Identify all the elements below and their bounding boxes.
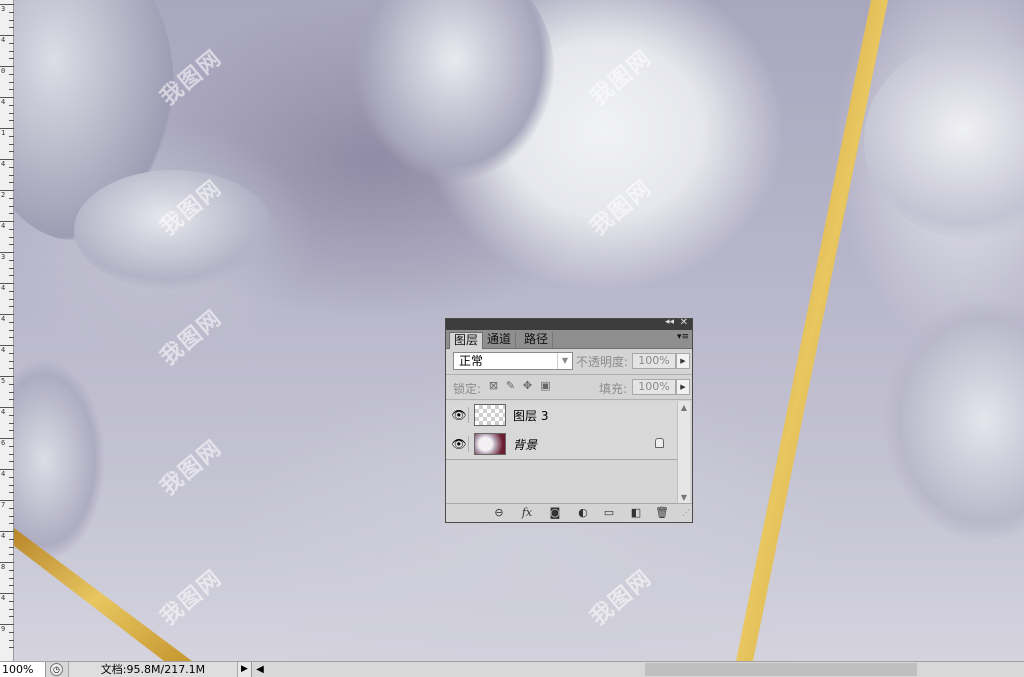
- lock-all-icon[interactable]: ▣: [539, 379, 552, 392]
- blend-mode-value: 正常: [459, 354, 484, 368]
- group-folder-icon[interactable]: ▭: [601, 506, 617, 519]
- status-bar: 100% ◷ 文档:95.8M/217.1M ▶ ◀: [0, 661, 1024, 677]
- lock-move-icon[interactable]: ✥: [521, 379, 534, 392]
- ruler-label: 9: [1, 625, 6, 633]
- scroll-down-icon[interactable]: ▼: [678, 493, 690, 502]
- lock-label: 锁定:: [453, 382, 482, 396]
- ruler-label: 4: [1, 408, 6, 416]
- ruler-label: 4: [1, 594, 6, 602]
- ruler-label: 4: [1, 160, 6, 168]
- ruler-label: 4: [1, 470, 6, 478]
- blend-mode-select[interactable]: 正常 ▼: [453, 352, 573, 370]
- eye-icon[interactable]: 👁: [450, 436, 469, 452]
- doc-info[interactable]: 文档:95.8M/217.1M: [68, 662, 238, 677]
- ruler-label: 4: [1, 315, 6, 323]
- ruler-label: 2: [1, 191, 6, 199]
- panel-footer: ⊖ fx ◙ ◐ ▭ ◧ 🗑 ⋰: [446, 503, 692, 522]
- scroll-up-icon[interactable]: ▲: [678, 403, 690, 412]
- status-menu-arrow-icon[interactable]: ▶: [238, 662, 252, 677]
- layer-name[interactable]: 图层 3: [513, 407, 548, 424]
- lock-transparent-icon[interactable]: ⊠: [487, 379, 500, 392]
- layers-panel: ◂◂ ✕ 图层 通道 路径 ▾≡ 正常 ▼ 不透明度: 100% ▶ 锁定: ⊠…: [445, 317, 693, 523]
- tab-layers[interactable]: 图层: [449, 332, 484, 349]
- ruler-label: 4: [1, 284, 6, 292]
- panel-menu-icon[interactable]: ▾≡: [677, 332, 689, 342]
- lock-row: 锁定: ⊠ ✎ ✥ ▣ 填充: 100% ▶: [446, 376, 692, 398]
- ruler-label: 7: [1, 501, 6, 509]
- divider: [446, 374, 692, 375]
- layer-row[interactable]: 👁 背景: [446, 430, 678, 460]
- ruler-label: 3: [1, 5, 6, 13]
- resize-grip-icon[interactable]: ⋰: [678, 506, 694, 519]
- ruler-label: 4: [1, 222, 6, 230]
- ruler-label: 4: [1, 532, 6, 540]
- ruler-label: 6: [1, 439, 6, 447]
- ruler-label: 4: [1, 98, 6, 106]
- mask-icon[interactable]: ◙: [547, 506, 563, 519]
- scroll-left-icon[interactable]: ◀: [254, 662, 266, 677]
- lock-icon: [655, 438, 664, 448]
- divider: [446, 399, 692, 400]
- gold-line-right: [736, 0, 888, 661]
- panel-tabbar: 图层 通道 路径 ▾≡: [446, 330, 692, 349]
- vertical-ruler[interactable]: 3 4 0 4 1 4 2 4 3 4 4 4 5 4 6 4 7 4 8 4 9: [0, 0, 14, 661]
- trash-icon[interactable]: 🗑: [654, 506, 670, 519]
- lock-paint-icon[interactable]: ✎: [504, 379, 517, 392]
- zoom-field[interactable]: 100%: [0, 662, 46, 677]
- panel-titlebar[interactable]: ◂◂ ✕: [446, 317, 692, 330]
- ruler-label: 8: [1, 563, 6, 571]
- clock-icon[interactable]: ◷: [50, 663, 63, 676]
- layer-row[interactable]: 👁 图层 3: [446, 401, 678, 431]
- ruler-label: 1: [1, 129, 6, 137]
- layer-thumbnail: [474, 433, 506, 455]
- tab-paths[interactable]: 路径: [520, 332, 554, 348]
- collapse-icon[interactable]: ◂◂: [665, 317, 674, 327]
- fill-field[interactable]: 100%: [632, 379, 676, 395]
- link-icon[interactable]: ⊖: [491, 506, 507, 519]
- fill-arrow-icon[interactable]: ▶: [676, 379, 690, 395]
- blend-row: 正常 ▼ 不透明度: 100% ▶: [450, 350, 690, 372]
- ruler-label: 4: [1, 36, 6, 44]
- tab-channels[interactable]: 通道: [483, 332, 517, 348]
- new-layer-icon[interactable]: ◧: [628, 506, 644, 519]
- opacity-arrow-icon[interactable]: ▶: [676, 353, 690, 369]
- opacity-field[interactable]: 100%: [632, 353, 676, 369]
- horizontal-scroll-thumb[interactable]: [645, 663, 917, 676]
- adjustment-icon[interactable]: ◐: [575, 506, 591, 519]
- layers-list: 👁 图层 3 👁 背景: [446, 401, 678, 504]
- layer-name[interactable]: 背景: [513, 436, 537, 453]
- layer-thumbnail: [474, 404, 506, 426]
- fill-label: 填充:: [599, 382, 628, 396]
- opacity-label: 不透明度:: [576, 355, 629, 369]
- chevron-down-icon: ▼: [557, 353, 572, 369]
- eye-icon[interactable]: 👁: [450, 407, 469, 423]
- ruler-label: 0: [1, 67, 6, 75]
- vertical-scrollbar[interactable]: ▲ ▼: [677, 401, 690, 504]
- ruler-label: 4: [1, 346, 6, 354]
- ruler-label: 3: [1, 253, 6, 261]
- fx-icon[interactable]: fx: [519, 506, 535, 519]
- close-icon[interactable]: ✕: [680, 317, 688, 328]
- ruler-label: 5: [1, 377, 6, 385]
